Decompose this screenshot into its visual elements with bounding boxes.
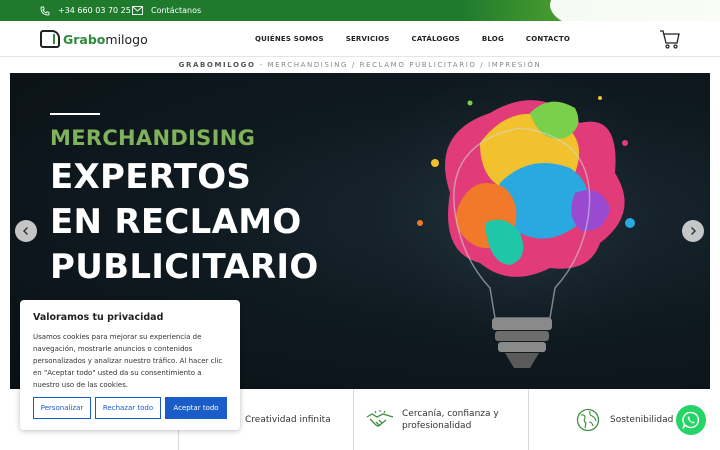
breadcrumb-path: - MERCHANDISING / RECLAMO PUBLICITARIO /… xyxy=(259,61,542,69)
feature-cercania-line-2: profesionalidad xyxy=(402,420,472,431)
mail-icon xyxy=(132,6,143,15)
slider-prev-button[interactable] xyxy=(15,220,37,242)
nav-item-quienes-somos[interactable]: QUIÉNES SOMOS xyxy=(255,35,324,43)
nav-item-catalogos[interactable]: CATÁLOGOS xyxy=(411,35,459,43)
nav-item-contacto[interactable]: CONTACTO xyxy=(526,35,570,43)
hero-title-line-2: EN RECLAMO xyxy=(50,202,302,242)
phone-link[interactable]: +34 660 03 70 25 xyxy=(40,0,131,21)
whatsapp-button[interactable] xyxy=(676,405,706,435)
cookie-reject-button[interactable]: Rechazar todo xyxy=(95,397,161,419)
slider-next-button[interactable] xyxy=(682,220,704,242)
cart-button[interactable] xyxy=(659,28,681,54)
main-nav: Grabomilogo QUIÉNES SOMOS SERVICIOS CATÁ… xyxy=(0,21,720,57)
phone-icon xyxy=(40,6,50,15)
feature-sostenibilidad-label: Sostenibilidad xyxy=(610,414,674,425)
nav-item-servicios[interactable]: SERVICIOS xyxy=(346,35,390,43)
arrow-left-icon xyxy=(23,227,28,235)
hero-title-line-1: EXPERTOS xyxy=(50,157,252,197)
cookie-consent-dialog: Valoramos tu privacidad Usamos cookies p… xyxy=(20,300,240,430)
phone-number: +34 660 03 70 25 xyxy=(58,6,131,15)
cookie-title: Valoramos tu privacidad xyxy=(33,312,164,323)
feature-cercania: Cercanía, confianza y profesionalidad xyxy=(353,389,528,450)
contact-label: Contáctanos xyxy=(151,6,202,15)
logo[interactable]: Grabomilogo xyxy=(40,30,148,48)
handshake-icon xyxy=(366,409,394,427)
feature-creatividad-label: Creatividad infinita xyxy=(245,414,331,425)
whatsapp-icon xyxy=(682,411,700,429)
nav-item-blog[interactable]: BLOG xyxy=(482,35,504,43)
globe-icon xyxy=(576,408,600,431)
breadcrumb-brand: GRABOMILOGO xyxy=(178,61,256,69)
top-bar: +34 660 03 70 25 Contáctanos xyxy=(0,0,720,21)
cookie-buttons: Personalizar Rechazar todo Aceptar todo xyxy=(33,397,231,419)
cookie-body: Usamos cookies para mejorar su experienc… xyxy=(33,333,223,389)
hero-kicker: MERCHANDISING xyxy=(50,126,256,150)
feature-cercania-line-1: Cercanía, confianza y xyxy=(402,408,499,419)
logo-mark-icon xyxy=(40,30,60,48)
cart-icon xyxy=(660,30,680,49)
hero-rule xyxy=(50,113,100,115)
logo-light: milogo xyxy=(105,31,148,47)
cookie-customize-button[interactable]: Personalizar xyxy=(33,397,91,419)
hero-title-line-3: PUBLICITARIO xyxy=(50,247,319,287)
colorful-lightbulb-image xyxy=(360,73,680,373)
arrow-right-icon xyxy=(691,227,696,235)
breadcrumb: GRABOMILOGO - MERCHANDISING / RECLAMO PU… xyxy=(0,57,720,73)
cookie-accept-button[interactable]: Aceptar todo xyxy=(165,397,227,419)
nav-menu: QUIÉNES SOMOS SERVICIOS CATÁLOGOS BLOG C… xyxy=(255,21,592,57)
logo-strong: Grabo xyxy=(63,31,106,47)
contact-link[interactable]: Contáctanos xyxy=(132,0,201,21)
